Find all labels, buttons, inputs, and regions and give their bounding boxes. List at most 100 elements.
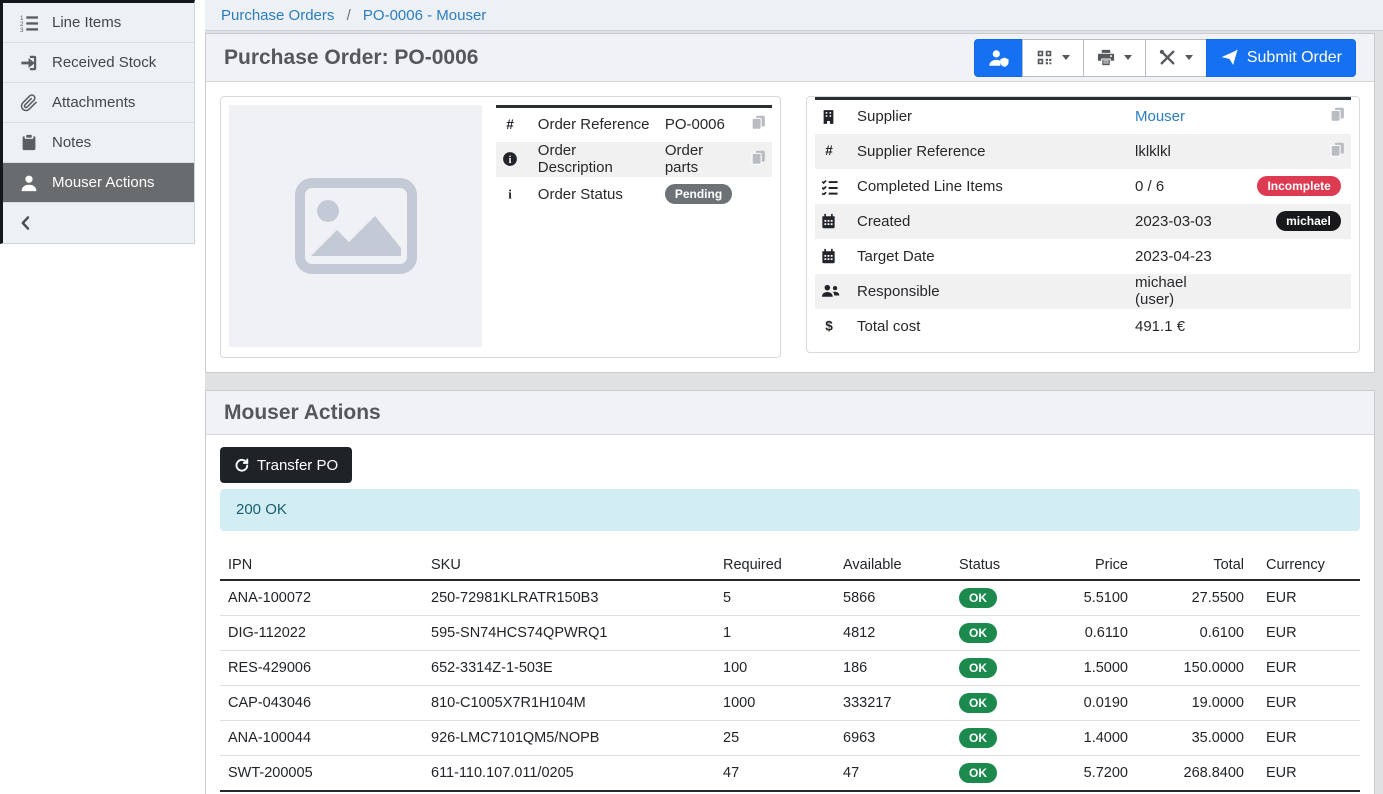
cell-price: 0.0190: [1046, 686, 1136, 721]
breadcrumb-separator: /: [347, 7, 351, 24]
order-details-table: # Order Reference PO-0006: [496, 105, 772, 212]
sidebar-item[interactable]: Attachments: [3, 83, 194, 123]
detail-label: Responsible: [851, 274, 1129, 309]
col-required: Required: [715, 551, 835, 580]
caret-down-icon: [1124, 55, 1132, 60]
svg-text:i: i: [509, 155, 512, 166]
detail-label: Total cost: [851, 309, 1129, 344]
table-header: IPN SKU Required Available Status Price …: [220, 551, 1360, 580]
sidebar-item[interactable]: Mouser Actions: [3, 163, 194, 203]
detail-row-icon: i: [502, 186, 526, 202]
sidebar-collapse-button[interactable]: [3, 203, 194, 243]
sidebar-item[interactable]: Notes: [3, 123, 194, 163]
cell-currency: EUR: [1252, 721, 1360, 756]
cell-price: 1.5000: [1046, 651, 1136, 686]
status-badge: Incomplete: [1257, 176, 1340, 196]
cell-currency: EUR: [1252, 580, 1360, 616]
detail-row: Completed Line Items 0 / 6 Incomplete: [815, 169, 1351, 204]
sidebar-item[interactable]: 123 Line Items: [3, 3, 194, 43]
cell-available: 333217: [835, 686, 951, 721]
cell-required: 5: [715, 580, 835, 616]
table-row: RES-429006 652-3314Z-1-503E 100 186 OK 1…: [220, 651, 1360, 686]
breadcrumb: Purchase Orders / PO-0006 - Mouser: [205, 0, 1383, 31]
breadcrumb-link-current-order[interactable]: PO-0006 - Mouser: [363, 7, 486, 24]
detail-row: i Order Description Order parts: [496, 142, 772, 177]
rotate-icon: [234, 458, 249, 473]
detail-row-icon: [821, 213, 845, 229]
cell-available: 5866: [835, 580, 951, 616]
detail-value: lklklkl: [1135, 143, 1171, 160]
detail-label: Completed Line Items: [851, 169, 1129, 204]
cell-currency: EUR: [1252, 686, 1360, 721]
sidebar-item-label: Mouser Actions: [52, 174, 155, 191]
detail-row-icon: #: [502, 117, 526, 133]
cell-required: 1000: [715, 686, 835, 721]
purchase-order-panel: Purchase Order: PO-0006: [205, 33, 1375, 373]
detail-row-icon: $: [821, 318, 845, 334]
copy-icon[interactable]: [751, 150, 766, 165]
barcode-actions-button[interactable]: [1022, 39, 1084, 77]
col-status: Status: [951, 551, 1046, 580]
cell-required: 1: [715, 616, 835, 651]
sidebar-item-label: Attachments: [52, 94, 135, 111]
col-total: Total: [1136, 551, 1252, 580]
cell-status: OK: [951, 721, 1046, 756]
sidebar: 123 Line Items Received Stock Attachment…: [0, 0, 195, 244]
paper-plane-icon: [1220, 48, 1239, 67]
caret-down-icon: [1185, 55, 1193, 60]
breadcrumb-link-purchase-orders[interactable]: Purchase Orders: [221, 7, 334, 24]
copy-icon[interactable]: [1330, 107, 1345, 122]
copy-icon[interactable]: [1330, 142, 1345, 157]
detail-value: michael (user): [1135, 274, 1187, 308]
col-currency: Currency: [1252, 551, 1360, 580]
status-badge: michael: [1276, 211, 1341, 231]
cell-price: 0.6110: [1046, 616, 1136, 651]
svg-text:#: #: [506, 117, 514, 132]
ok-badge: OK: [959, 728, 997, 748]
user-roles-button[interactable]: [974, 39, 1023, 77]
print-actions-button[interactable]: [1083, 39, 1146, 77]
copy-icon[interactable]: [751, 115, 766, 130]
cell-currency: EUR: [1252, 651, 1360, 686]
page-title: Purchase Order: PO-0006: [224, 46, 478, 70]
svg-text:#: #: [825, 143, 833, 158]
detail-row-icon: [821, 248, 845, 264]
transfer-po-button[interactable]: Transfer PO: [220, 447, 352, 483]
order-summary-card: # Order Reference PO-0006: [220, 96, 781, 358]
chevron-left-icon: [18, 215, 34, 231]
detail-value: PO-0006: [665, 116, 725, 133]
detail-label: Order Reference: [532, 107, 659, 142]
cell-status: OK: [951, 651, 1046, 686]
sidebar-item[interactable]: Received Stock: [3, 43, 194, 83]
sidebar-item-label: Received Stock: [52, 54, 156, 71]
table-row: ANA-100044 926-LMC7101QM5/NOPB 25 6963 O…: [220, 721, 1360, 756]
detail-label: Target Date: [851, 239, 1129, 274]
cell-sku: 250-72981KLRATR150B3: [423, 580, 715, 616]
mouser-actions-panel-body: Transfer PO 200 OK IPN SKU Required Avai…: [206, 435, 1374, 794]
purchase-order-panel-body: # Order Reference PO-0006: [206, 82, 1374, 372]
order-actions-button[interactable]: [1145, 39, 1207, 77]
cell-sku: 611-110.107.011/0205: [423, 756, 715, 792]
detail-label: Order Status: [532, 177, 659, 212]
caret-down-icon: [1062, 55, 1070, 60]
col-ipn: IPN: [220, 551, 423, 580]
order-image-placeholder[interactable]: [229, 105, 482, 347]
table-row: ANA-100072 250-72981KLRATR150B3 5 5866 O…: [220, 580, 1360, 616]
detail-label: Created: [851, 204, 1129, 239]
cell-price: 1.4000: [1046, 721, 1136, 756]
main-area: Purchase Orders / PO-0006 - Mouser Purch…: [195, 0, 1383, 794]
detail-value: Mouser: [1135, 108, 1185, 125]
sidebar-item-icon: [16, 94, 42, 112]
cell-sku: 926-LMC7101QM5/NOPB: [423, 721, 715, 756]
sidebar-item-icon: [16, 134, 42, 151]
cell-sku: 595-SN74HCS74QPWRQ1: [423, 616, 715, 651]
cell-total: 268.8400: [1136, 756, 1252, 792]
cell-sku: 652-3314Z-1-503E: [423, 651, 715, 686]
ok-badge: OK: [959, 693, 997, 713]
cell-total: 19.0000: [1136, 686, 1252, 721]
submit-order-button[interactable]: Submit Order: [1206, 39, 1356, 77]
cell-sku: 810-C1005X7R1H104M: [423, 686, 715, 721]
detail-value: Order parts: [665, 142, 703, 176]
detail-row-icon: [821, 178, 845, 195]
cell-ipn: SWT-200005: [220, 756, 423, 792]
